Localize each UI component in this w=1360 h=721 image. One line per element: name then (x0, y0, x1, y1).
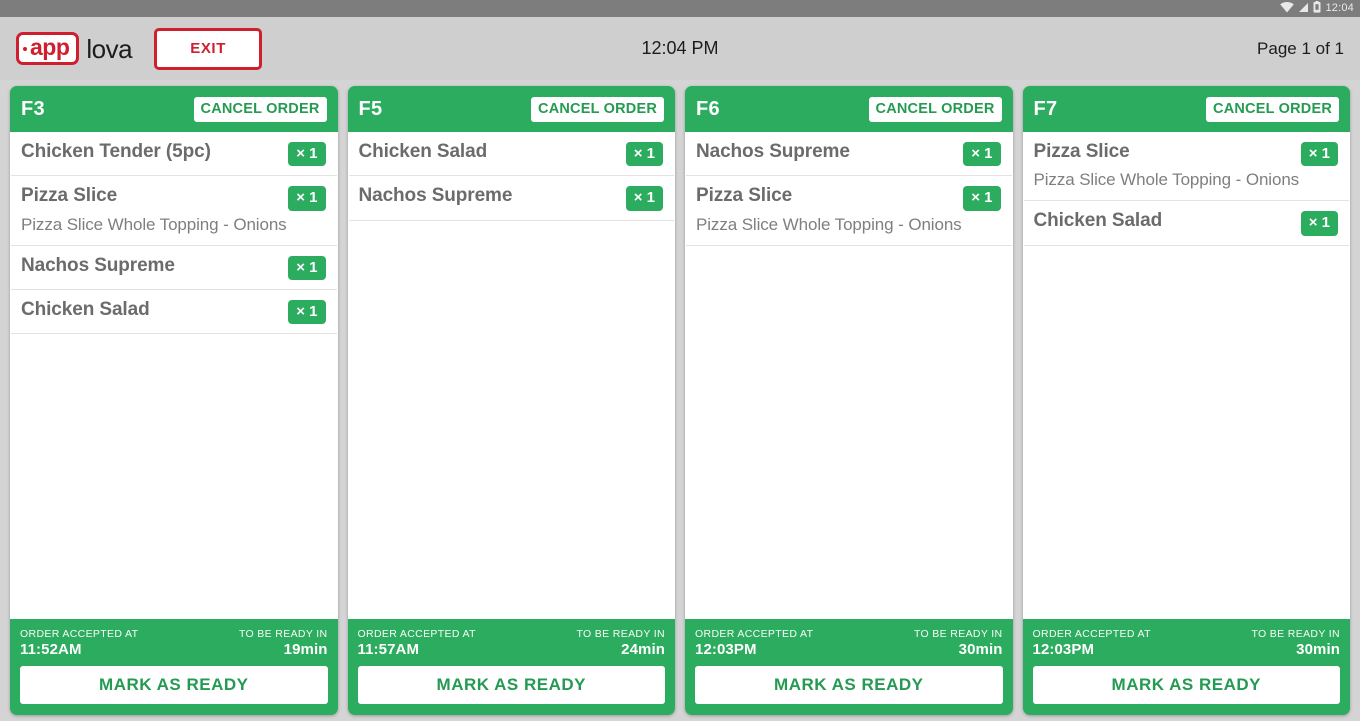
order-accepted-at: ORDER ACCEPTED AT 11:52AM (20, 627, 138, 658)
cancel-order-button[interactable]: CANCEL ORDER (193, 96, 327, 122)
ready-in-value: 30min (1296, 640, 1340, 658)
order-card-footer: ORDER ACCEPTED AT 11:57AM TO BE READY IN 24… (348, 619, 676, 715)
cancel-order-button[interactable]: CANCEL ORDER (1206, 96, 1339, 122)
order-item-name: Pizza Slice (1033, 141, 1130, 162)
accepted-at-value: 12:03PM (1032, 640, 1095, 658)
logo-app-badge: app (16, 32, 80, 65)
order-item-name: Nachos Supreme (21, 254, 175, 276)
order-items-list: Chicken Salad × 1 Nachos Supreme × 1 (347, 132, 675, 619)
accepted-at-value: 11:52AM (20, 640, 82, 658)
order-card: F6 CANCEL ORDER Nachos Supreme × 1 Pizza Sli… (685, 86, 1013, 715)
order-item-row: Chicken Salad × 1 (348, 132, 674, 177)
mark-as-ready-button[interactable]: MARK AS READY (695, 666, 1003, 704)
order-item-quantity-badge: × 1 (288, 255, 326, 280)
wifi-icon (1280, 0, 1295, 18)
order-item-name: Chicken Salad (1033, 210, 1163, 232)
order-card-footer: ORDER ACCEPTED AT 12:03PM TO BE READY IN 30… (685, 619, 1013, 715)
order-table-label: F6 (696, 97, 720, 120)
order-item-quantity-badge: × 1 (963, 186, 1001, 211)
order-item-modifier: Pizza Slice Whole Topping - Onions (21, 214, 287, 234)
order-item-quantity-badge: × 1 (625, 142, 663, 167)
order-item-quantity-badge: × 1 (288, 186, 326, 211)
order-table-label: F7 (1033, 97, 1058, 120)
order-accepted-at: ORDER ACCEPTED AT 12:03PM (695, 627, 813, 658)
order-item-quantity-badge: × 1 (963, 142, 1001, 167)
order-item-name: Chicken Salad (358, 141, 488, 162)
order-item-row: Pizza Slice × 1 Pizza Slice Whole Topping … (686, 176, 1012, 246)
order-card-header: F6 CANCEL ORDER (685, 86, 1013, 132)
order-ready-in: TO BE READY IN 19min (239, 627, 328, 658)
order-ready-in: TO BE READY IN 30min (914, 627, 1003, 658)
cancel-order-button[interactable]: CANCEL ORDER (531, 96, 664, 122)
mark-as-ready-button[interactable]: MARK AS READY (357, 666, 665, 704)
order-ready-in: TO BE READY IN 24min (576, 627, 665, 658)
accepted-at-label: ORDER ACCEPTED AT (1032, 627, 1151, 640)
status-bar-clock: 12:04 (1325, 1, 1354, 14)
order-item-quantity-badge: × 1 (1300, 211, 1338, 236)
order-card-header: F3 CANCEL ORDER (10, 86, 338, 132)
accepted-at-value: 11:57AM (357, 640, 420, 658)
accepted-at-label: ORDER ACCEPTED AT (20, 627, 139, 640)
order-card: F3 CANCEL ORDER Chicken Tender (5pc) × 1 Piz… (10, 86, 338, 715)
order-item-quantity-badge: × 1 (288, 142, 326, 167)
logo-lova-text: lova (86, 33, 133, 64)
order-item-row: Chicken Salad × 1 (11, 290, 337, 335)
order-item-quantity-badge: × 1 (1300, 142, 1338, 167)
order-item-row: Nachos Supreme × 1 (686, 132, 1012, 177)
ready-in-label: TO BE READY IN (1251, 627, 1340, 640)
order-card-footer: ORDER ACCEPTED AT 11:52AM TO BE READY IN 19… (10, 619, 338, 715)
order-item-quantity-badge: × 1 (625, 186, 663, 211)
order-item-name: Pizza Slice (21, 185, 118, 207)
order-item-modifier: Pizza Slice Whole Topping - Onions (696, 214, 962, 234)
orders-board: F3 CANCEL ORDER Chicken Tender (5pc) × 1 Piz… (0, 80, 1360, 721)
order-accepted-at: ORDER ACCEPTED AT 12:03PM (1033, 627, 1151, 658)
order-ready-in: TO BE READY IN 30min (1251, 627, 1340, 658)
order-table-label: F5 (358, 97, 383, 120)
app-header: app lova EXIT 12:04 PM Page 1 of 1 (0, 17, 1360, 80)
order-item-name: Nachos Supreme (358, 185, 513, 207)
order-items-list: Chicken Tender (5pc) × 1 Pizza Slice × 1 Piz… (10, 132, 338, 619)
order-item-row: Nachos Supreme × 1 (11, 246, 337, 290)
accepted-at-label: ORDER ACCEPTED AT (357, 627, 476, 640)
ready-in-value: 19min (283, 640, 328, 658)
mark-as-ready-button[interactable]: MARK AS READY (20, 666, 328, 704)
battery-icon (1313, 0, 1321, 18)
order-item-row: Pizza Slice × 1 Pizza Slice Whole Topping … (11, 176, 337, 246)
ready-in-label: TO BE READY IN (913, 627, 1003, 640)
order-item-name: Chicken Tender (5pc) (21, 141, 211, 162)
order-item-name: Chicken Salad (21, 298, 150, 320)
ready-in-value: 24min (621, 640, 665, 658)
ready-in-label: TO BE READY IN (576, 627, 665, 640)
ready-in-value: 30min (958, 640, 1003, 658)
order-item-row: Nachos Supreme × 1 (348, 176, 674, 221)
order-card: F5 CANCEL ORDER Chicken Salad × 1 Nachos Sup… (347, 86, 676, 715)
accepted-at-label: ORDER ACCEPTED AT (695, 627, 814, 640)
order-item-name: Pizza Slice (696, 185, 793, 207)
order-item-modifier: Pizza Slice Whole Topping - Onions (1033, 170, 1300, 190)
order-table-label: F3 (21, 97, 45, 120)
order-card-footer: ORDER ACCEPTED AT 12:03PM TO BE READY IN 30… (1023, 619, 1351, 715)
order-item-quantity-badge: × 1 (288, 299, 326, 325)
order-card-header: F5 CANCEL ORDER (348, 86, 676, 132)
order-items-list: Nachos Supreme × 1 Pizza Slice × 1 Pizza Sli… (685, 132, 1013, 619)
cancel-order-button[interactable]: CANCEL ORDER (868, 96, 1002, 122)
page-indicator: Page 1 of 1 (1257, 38, 1344, 58)
order-items-list: Pizza Slice × 1 Pizza Slice Whole Topping … (1022, 132, 1350, 619)
order-card: F7 CANCEL ORDER Pizza Slice × 1 Pizza Slice … (1022, 86, 1351, 715)
order-accepted-at: ORDER ACCEPTED AT 11:57AM (358, 627, 476, 658)
signal-icon (1298, 0, 1309, 18)
order-item-row: Pizza Slice × 1 Pizza Slice Whole Topping … (1023, 132, 1349, 202)
order-item-row: Chicken Salad × 1 (1023, 201, 1349, 246)
order-item-row: Chicken Tender (5pc) × 1 (11, 132, 337, 177)
exit-button[interactable]: EXIT (154, 27, 263, 70)
order-item-name: Nachos Supreme (696, 141, 850, 162)
accepted-at-value: 12:03PM (695, 640, 757, 658)
logo-app-text: app (30, 34, 70, 60)
applova-logo: app lova (16, 32, 133, 65)
order-card-header: F7 CANCEL ORDER (1023, 86, 1351, 132)
ready-in-label: TO BE READY IN (238, 627, 328, 640)
mark-as-ready-button[interactable]: MARK AS READY (1032, 666, 1340, 704)
android-status-bar: 12:04 (0, 0, 1360, 17)
